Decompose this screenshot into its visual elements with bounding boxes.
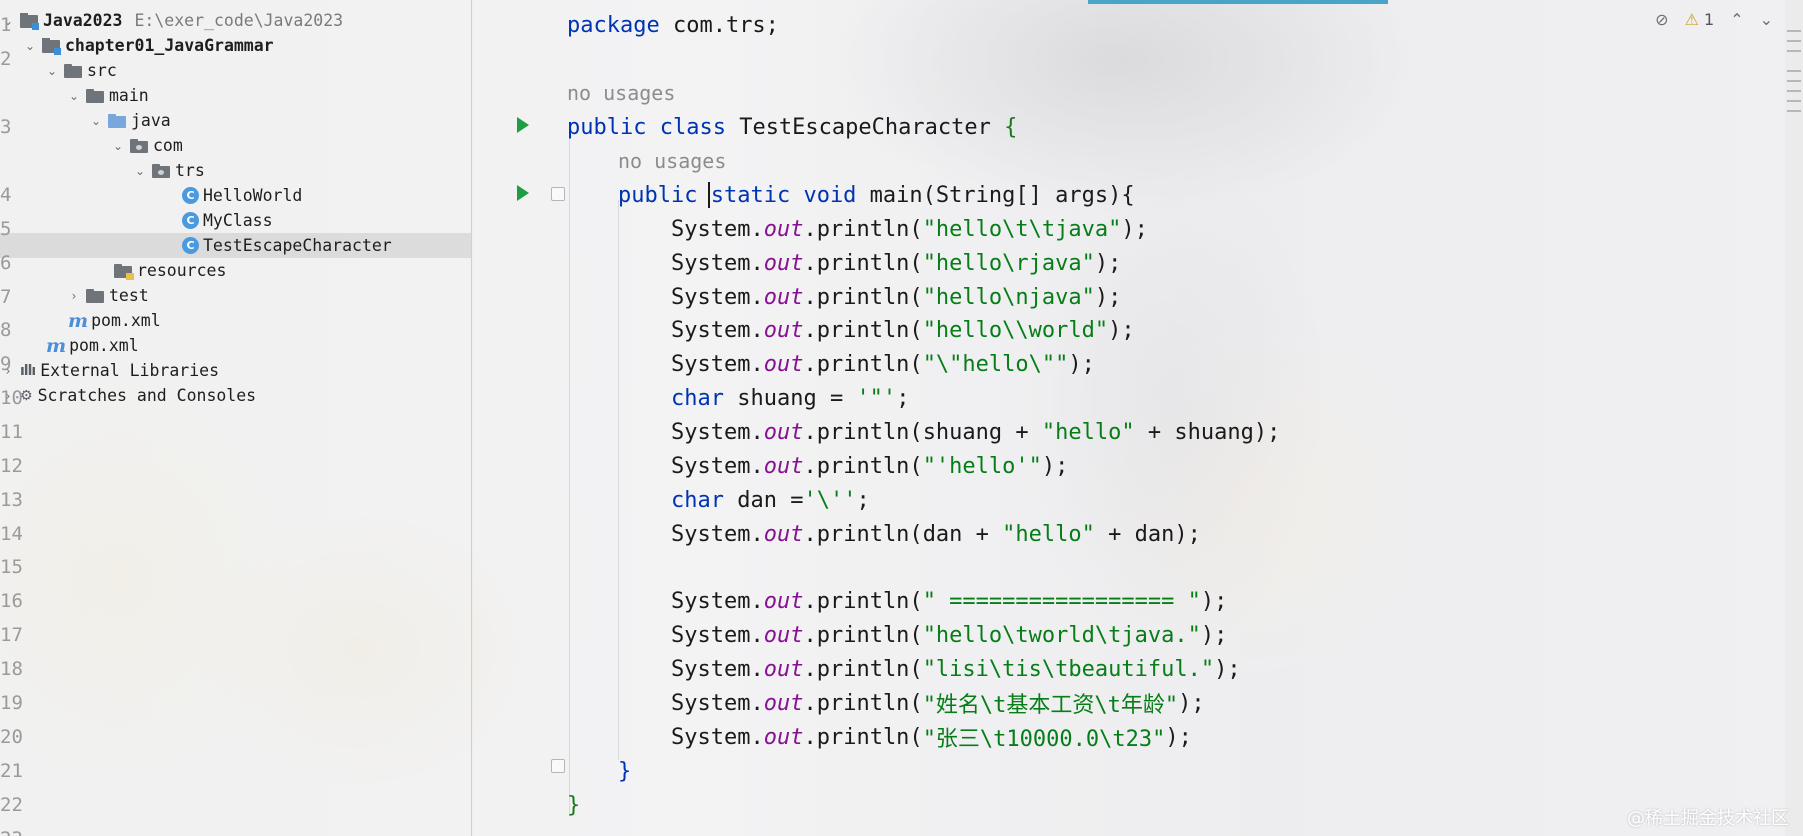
tree-label: main xyxy=(109,86,149,105)
code-line-21: } xyxy=(618,758,632,784)
keyword: public xyxy=(618,182,698,208)
watermark: @稀土掘金技术社区 xyxy=(1627,808,1789,829)
line-number[interactable]: 10 xyxy=(0,381,505,415)
code-line-6: System. out .println("hello\rjava"); xyxy=(671,250,1122,276)
scroll-marker xyxy=(1787,30,1801,32)
code-line-11: System. out .println(shuang + "hello" + sh… xyxy=(671,419,1281,445)
line-number[interactable]: 12 xyxy=(0,449,505,483)
editor-inspection-bar: ⊘ ⚠ 1 ⌃ ⌄ xyxy=(1655,10,1773,29)
previous-highlight-icon[interactable]: ⌃ xyxy=(1730,10,1743,29)
brace: { xyxy=(1004,114,1018,140)
line-number[interactable]: 22 xyxy=(0,788,505,822)
scroll-marker xyxy=(1787,80,1801,82)
run-main-icon[interactable] xyxy=(517,185,529,201)
keyword: package xyxy=(567,12,660,38)
fold-marker-icon[interactable] xyxy=(551,759,565,773)
scroll-marker xyxy=(1787,40,1801,42)
code-line-12: System. out .println("'hello'"); xyxy=(671,453,1069,479)
code-line-17: System. out .println("hello\tworld\tjava."… xyxy=(671,622,1228,648)
line-number[interactable]: 11 xyxy=(0,415,505,449)
line-number[interactable]: 7 xyxy=(0,280,505,314)
tree-folder-main[interactable]: ⌄ main xyxy=(0,83,471,108)
brace: { xyxy=(1121,182,1135,208)
reader-mode-icon[interactable]: ⊘ xyxy=(1655,10,1668,29)
package-icon xyxy=(152,163,170,178)
code-line-4: public static void main(String[] args){ xyxy=(618,178,1135,212)
line-number[interactable]: 20 xyxy=(0,720,505,754)
chevron-down-icon[interactable]: ⌄ xyxy=(132,163,148,179)
code-text: com.trs; xyxy=(659,12,779,38)
line-number[interactable]: 21 xyxy=(0,754,505,788)
line-number[interactable]: 16 xyxy=(0,584,505,618)
line-number[interactable]: 2 xyxy=(0,42,505,76)
line-number[interactable]: 14 xyxy=(0,517,505,551)
line-number[interactable]: 3 xyxy=(0,110,505,144)
warning-count: 1 xyxy=(1704,10,1715,29)
fold-marker-icon[interactable] xyxy=(551,187,565,201)
folder-icon xyxy=(86,88,104,103)
scroll-marker xyxy=(1787,70,1801,72)
line-number[interactable]: 1 xyxy=(0,8,505,42)
code-line-20: System. out .println("张三\t10000.0\t23"); xyxy=(671,724,1192,753)
scroll-marker xyxy=(1787,110,1801,112)
line-number[interactable]: 5 xyxy=(0,212,505,246)
scroll-marker xyxy=(1787,100,1801,102)
code-line-1: package com.trs; xyxy=(567,8,779,42)
keyword: public class xyxy=(567,114,726,140)
text-caret xyxy=(708,182,710,208)
line-number[interactable]: 23 xyxy=(0,822,505,836)
scroll-marker xyxy=(1787,90,1801,92)
code-text: TestEscapeCharacter xyxy=(725,114,1005,140)
code-line-10: char shuang = '"'; xyxy=(671,385,910,411)
code-line-7: System. out .println("hello\njava"); xyxy=(671,284,1122,310)
code-line-3: public class TestEscapeCharacter { xyxy=(567,110,1017,144)
line-number[interactable]: 4 xyxy=(0,178,505,212)
indent-guide xyxy=(569,126,570,816)
code-line-14: System. out .println(dan + "hello" + dan); xyxy=(671,521,1201,547)
code-line-9: System. out .println("\"hello\""); xyxy=(671,351,1095,377)
warning-icon[interactable]: ⚠ 1 xyxy=(1685,10,1715,29)
indent-guide xyxy=(618,200,619,760)
line-number[interactable]: 18 xyxy=(0,652,505,686)
line-number[interactable]: 8 xyxy=(0,313,505,347)
run-class-icon[interactable] xyxy=(517,117,529,133)
line-number[interactable]: 6 xyxy=(0,246,505,280)
next-highlight-icon[interactable]: ⌄ xyxy=(1760,10,1773,29)
editor-scrollbar[interactable] xyxy=(1785,0,1803,836)
code-line-22: } xyxy=(567,792,581,818)
line-number[interactable]: 15 xyxy=(0,550,505,584)
no-usages-hint[interactable]: no usages xyxy=(618,144,726,178)
line-number[interactable]: 19 xyxy=(0,686,505,720)
keyword: static void xyxy=(710,182,857,208)
code-line-13: char dan = '\''; xyxy=(671,487,870,513)
code-line-8: System. out .println("hello\\world"); xyxy=(671,317,1135,343)
code-text: main(String[] args) xyxy=(856,182,1122,208)
chevron-down-icon[interactable]: ⌄ xyxy=(66,88,82,104)
code-line-16: System. out .println(" ================= "… xyxy=(671,588,1228,614)
code-line-18: System. out .println("lisi\tis\tbeautiful.… xyxy=(671,656,1241,682)
scroll-marker xyxy=(1787,50,1801,52)
active-tab-indicator xyxy=(1088,0,1388,4)
code-line-19: System. out .println("姓名\t基本工资\t年龄"); xyxy=(671,690,1205,719)
line-number[interactable]: 9 xyxy=(0,347,505,381)
code-line-5: System. out .println("hello\t\tjava"); xyxy=(671,216,1148,242)
no-usages-hint[interactable]: no usages xyxy=(567,76,675,110)
line-number[interactable]: 17 xyxy=(0,618,505,652)
line-number[interactable]: 13 xyxy=(0,483,505,517)
